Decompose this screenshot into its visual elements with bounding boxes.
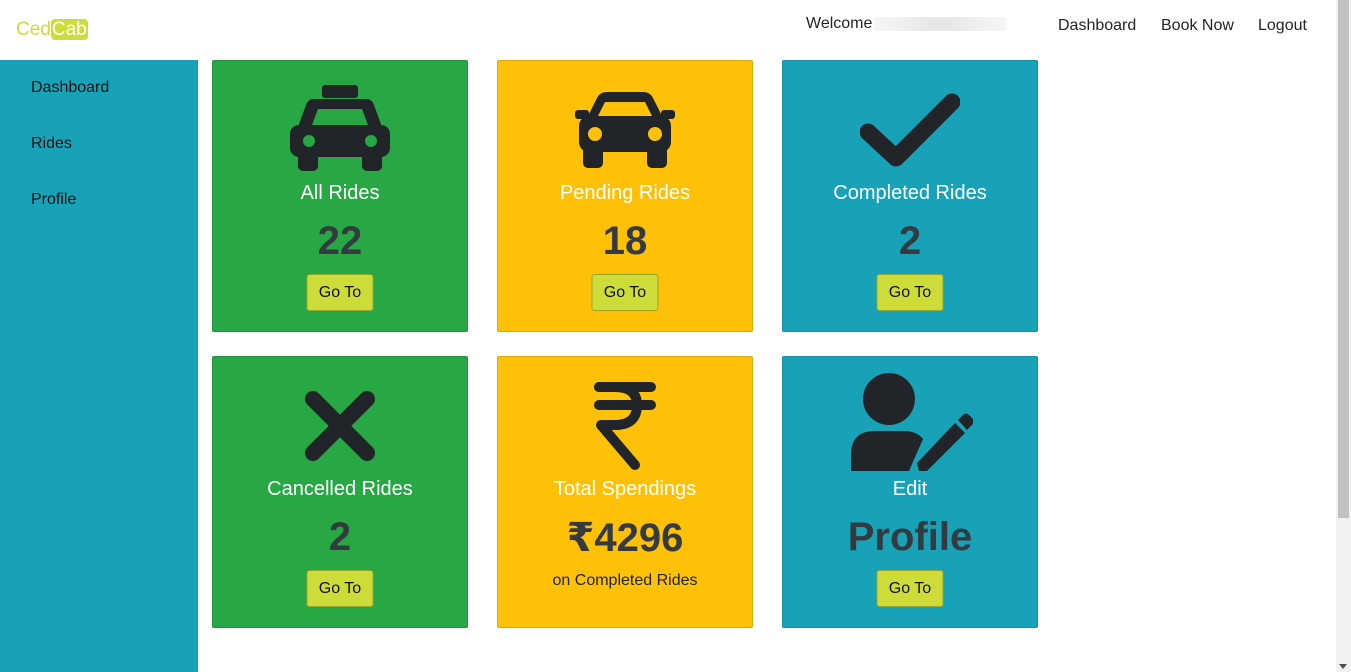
card-title: Total Spendings [553, 478, 697, 500]
sidebar-item-dashboard[interactable]: Dashboard [31, 79, 109, 97]
edit-profile-goto-button[interactable]: Go To [876, 570, 944, 607]
pending-rides-goto-button[interactable]: Go To [591, 274, 659, 311]
card-value: ₹4296 [566, 516, 684, 560]
total-spendings-card: Total Spendings ₹4296 on Completed Rides [497, 356, 753, 628]
top-navbar: CedCab Welcome Dashboard Book Now Logout [0, 0, 1336, 60]
all-rides-card: All Rides 22 Go To [212, 60, 468, 332]
brand-part-ced: Ced [16, 19, 51, 40]
card-value: Profile [847, 515, 973, 559]
card-value: 22 [317, 219, 363, 263]
card-value: 2 [898, 219, 922, 263]
card-title: Completed Rides [833, 182, 987, 204]
welcome-text: Welcome [806, 15, 873, 32]
taxi-icon [213, 83, 467, 177]
cancelled-rides-goto-button[interactable]: Go To [306, 570, 374, 607]
completed-rides-card: Completed Rides 2 Go To [782, 60, 1038, 332]
card-title: All Rides [300, 182, 380, 204]
card-subtitle: on Completed Rides [552, 572, 698, 589]
user-edit-icon [783, 373, 1037, 471]
sidebar-item-rides[interactable]: Rides [31, 135, 72, 153]
card-title: Edit [892, 478, 928, 500]
scrollbar-thumb[interactable] [1338, 0, 1349, 518]
nav-dashboard-link[interactable]: Dashboard [1058, 17, 1136, 35]
edit-profile-card: Edit Profile Go To [782, 356, 1038, 628]
vertical-scrollbar[interactable] [1336, 0, 1351, 672]
times-icon [213, 379, 467, 473]
completed-rides-goto-button[interactable]: Go To [876, 274, 944, 311]
scroll-down-arrow-icon[interactable] [1339, 664, 1347, 669]
brand-part-cab: Cab [50, 19, 88, 40]
check-icon [783, 83, 1037, 177]
nav-logout-link[interactable]: Logout [1258, 17, 1307, 35]
cancelled-rides-card: Cancelled Rides 2 Go To [212, 356, 468, 628]
welcome-username-blurred [874, 17, 1006, 31]
card-value: 2 [328, 515, 352, 559]
card-title: Cancelled Rides [267, 478, 413, 500]
sidebar: Dashboard Rides Profile [0, 60, 198, 672]
pending-rides-card: Pending Rides 18 Go To [497, 60, 753, 332]
all-rides-goto-button[interactable]: Go To [306, 274, 374, 311]
rupee-icon [498, 379, 752, 473]
nav-book-now-link[interactable]: Book Now [1161, 17, 1234, 35]
card-value: 18 [602, 219, 648, 263]
sidebar-item-profile[interactable]: Profile [31, 191, 76, 209]
card-title: Pending Rides [559, 182, 691, 204]
brand-logo[interactable]: CedCab [16, 18, 88, 42]
car-icon [498, 83, 752, 177]
